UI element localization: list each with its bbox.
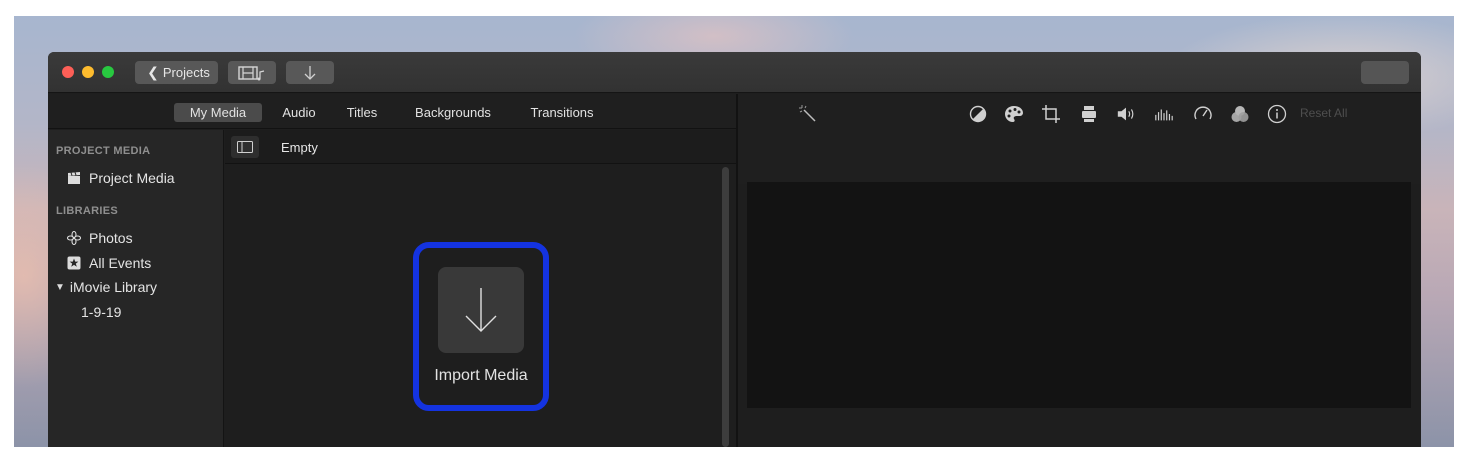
film-music-icon xyxy=(238,65,265,80)
volume-icon[interactable] xyxy=(1116,104,1136,124)
sidebar-item-label: Project Media xyxy=(89,170,175,186)
down-arrow-icon xyxy=(304,65,316,80)
sidebar-toggle-button[interactable] xyxy=(231,136,259,158)
media-browser-tabs: My Media Audio Titles Backgrounds Transi… xyxy=(48,94,736,129)
magic-wand-icon[interactable] xyxy=(798,104,818,124)
photos-flower-icon xyxy=(67,231,81,245)
sidebar-item-label: Photos xyxy=(89,230,133,246)
library-sidebar: PROJECT MEDIA Project Media LIBRARIES Ph xyxy=(48,130,224,447)
tab-audio[interactable]: Audio xyxy=(279,103,319,122)
project-media-header: PROJECT MEDIA xyxy=(56,145,151,157)
clapperboard-icon xyxy=(68,172,80,184)
color-balance-icon[interactable] xyxy=(968,104,988,124)
sidebar-toggle-icon xyxy=(237,141,253,153)
media-browser-button[interactable] xyxy=(228,61,276,84)
sidebar-item-label: All Events xyxy=(89,255,152,271)
filter-label[interactable]: Empty xyxy=(281,140,318,155)
sidebar-item-all-events[interactable]: All Events xyxy=(67,255,151,271)
tab-backgrounds[interactable]: Backgrounds xyxy=(412,103,494,122)
share-button[interactable] xyxy=(1361,61,1409,84)
sidebar-item-label: 1-9-19 xyxy=(81,304,122,320)
star-box-icon xyxy=(67,256,81,270)
info-icon[interactable] xyxy=(1267,104,1287,124)
tab-transitions[interactable]: Transitions xyxy=(527,103,597,122)
crop-icon[interactable] xyxy=(1041,104,1061,124)
sidebar-item-project-media[interactable]: Project Media xyxy=(67,170,175,186)
title-bar: ❮ Projects xyxy=(48,52,1421,93)
speed-icon[interactable] xyxy=(1193,104,1213,124)
stabilization-icon[interactable] xyxy=(1079,104,1099,124)
close-window-button[interactable] xyxy=(62,66,74,78)
import-media-button[interactable] xyxy=(438,267,524,353)
sidebar-item-label: iMovie Library xyxy=(69,279,158,295)
fullscreen-window-button[interactable] xyxy=(102,66,114,78)
imovie-window: ❮ Projects My Media Audio Titles Backgro… xyxy=(48,52,1421,447)
content-header-bar: Empty xyxy=(225,130,736,164)
projects-button-label: Projects xyxy=(162,65,210,80)
disclosure-triangle-icon[interactable]: ▼ xyxy=(55,282,65,293)
noise-reduction-icon[interactable] xyxy=(1154,104,1174,124)
import-arrow-icon xyxy=(465,288,497,332)
chevron-left-icon: ❮ xyxy=(147,64,159,80)
color-correction-icon[interactable] xyxy=(1004,104,1024,124)
sidebar-item-event[interactable]: 1-9-19 xyxy=(81,304,121,320)
libraries-header: LIBRARIES xyxy=(56,205,118,217)
adjustments-toolbar: Reset All xyxy=(738,94,1421,184)
minimize-window-button[interactable] xyxy=(82,66,94,78)
video-viewer[interactable] xyxy=(747,182,1411,408)
reset-all-button[interactable]: Reset All xyxy=(1300,106,1347,120)
tab-titles[interactable]: Titles xyxy=(344,103,380,122)
media-content-area: Import Media xyxy=(225,165,736,447)
scrollbar[interactable] xyxy=(722,167,729,447)
sidebar-item-imovie-library[interactable]: ▼ iMovie Library xyxy=(55,279,157,295)
clip-filter-icon[interactable] xyxy=(1230,104,1250,124)
import-button[interactable] xyxy=(286,61,334,84)
sidebar-item-photos[interactable]: Photos xyxy=(67,230,133,246)
tab-my-media[interactable]: My Media xyxy=(174,103,262,122)
import-media-label[interactable]: Import Media xyxy=(423,367,539,385)
projects-back-button[interactable]: ❮ Projects xyxy=(135,61,218,84)
